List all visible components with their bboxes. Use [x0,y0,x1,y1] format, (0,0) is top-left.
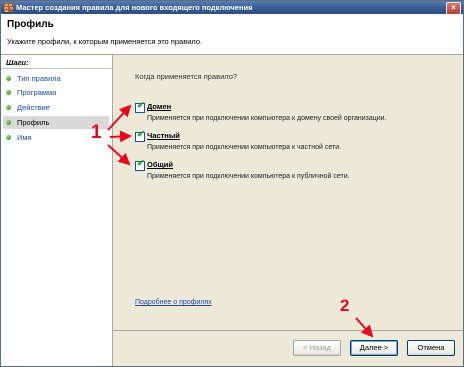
page-header: Профиль Укажите профили, к которым приме… [1,14,463,55]
sidebar-item-label: Программа [17,88,57,97]
sidebar-item-label: Имя [17,133,32,142]
window-title: Мастер создания правила для нового входя… [16,3,253,12]
sidebar-item-program[interactable]: Программа [3,86,109,99]
private-description: Применяется при подключении компьютера к… [147,144,342,151]
private-label[interactable]: Частный [147,131,180,140]
public-description: Применяется при подключении компьютера к… [147,173,350,180]
green-dot-icon [6,105,11,110]
footer-divider [113,330,463,331]
question-label: Когда применяется правило? [135,72,238,81]
close-icon: × [451,3,456,12]
page-subtitle: Укажите профили, к которым применяется э… [7,37,203,46]
firewall-app-icon [4,3,13,12]
check-icon: ✔ [137,129,145,139]
annotation-marker-2: 2 [340,296,350,315]
cancel-button[interactable]: Отмена [407,340,455,356]
domain-label[interactable]: Домен [147,102,171,111]
annotation-marker-1: 1 [91,122,102,143]
check-icon: ✔ [137,158,145,168]
check-icon: ✔ [137,100,145,110]
green-dot-icon [6,76,11,81]
steps-divider [1,68,112,69]
green-dot-icon [6,90,11,95]
page-title: Профиль [7,19,54,30]
learn-more-link[interactable]: Подробнее о профилях [135,299,212,306]
title-bar: Мастер создания правила для нового входя… [1,1,463,15]
sidebar-item-label: Тип правила [17,74,61,83]
sidebar-item-label: Профиль [17,118,50,127]
green-dot-icon [6,120,11,125]
domain-description: Применяется при подключении компьютера к… [147,115,387,122]
back-button[interactable]: < Назад [293,340,341,356]
steps-title: Шаги: [6,58,29,67]
green-dot-icon [6,135,11,140]
sidebar-item-rule-type[interactable]: Тип правила [3,72,109,85]
public-label[interactable]: Общий [147,160,173,169]
steps-sidebar: Шаги: Тип правила Программа Действие Про… [1,55,113,366]
sidebar-item-action[interactable]: Действие [3,101,109,114]
sidebar-item-label: Действие [17,103,50,112]
wizard-window: Мастер создания правила для нового входя… [0,0,464,367]
domain-checkbox[interactable]: ✔ [135,100,145,113]
next-button[interactable]: Далее > [350,340,398,356]
public-checkbox[interactable]: ✔ [135,158,145,171]
main-panel: Когда применяется правило? ✔ Домен Приме… [113,55,463,366]
private-checkbox[interactable]: ✔ [135,129,145,142]
